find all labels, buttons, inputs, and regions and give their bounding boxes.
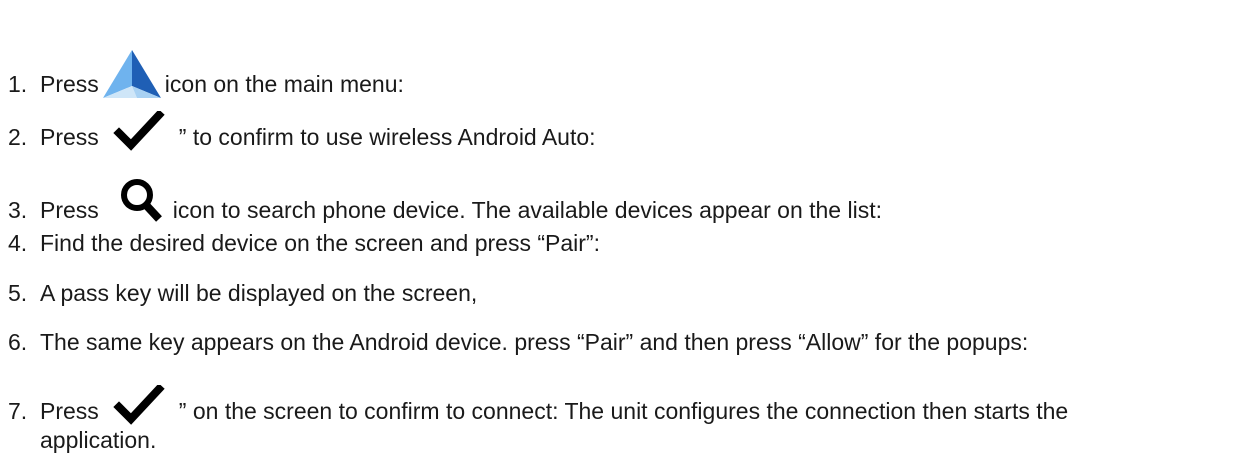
step-3: 3. Press icon to search phone device. The…	[8, 178, 882, 222]
checkmark-icon	[99, 385, 179, 425]
step-text: A pass key will be displayed on the scre…	[40, 280, 478, 306]
step-text-after: icon on the main menu:	[164, 71, 404, 97]
step-text: Find the desired device on the screen an…	[40, 230, 600, 256]
instruction-list: 1. Press icon on the main menu: 2. Press ”…	[0, 0, 1255, 466]
step-number: 1.	[8, 71, 28, 97]
step-text-before: Press	[40, 197, 99, 223]
step-7: 7. Press ” on the screen to confirm to co…	[8, 385, 1069, 425]
step-number: 5.	[8, 280, 28, 306]
step-text-before: Press	[40, 398, 99, 424]
step-number: 3.	[8, 197, 28, 223]
step-text-before: Press	[40, 71, 99, 97]
step-number: 7.	[8, 398, 28, 424]
step-7-continuation: application.	[40, 427, 157, 453]
step-number: 4.	[8, 230, 28, 256]
search-icon	[99, 178, 171, 224]
checkmark-icon	[99, 111, 179, 151]
step-text: The same key appears on the Android devi…	[40, 329, 1029, 355]
step-4: 4. Find the desired device on the screen …	[8, 232, 600, 255]
step-text-before: Press	[40, 124, 99, 150]
step-number: 2.	[8, 124, 28, 150]
step-1: 1. Press icon on the main menu:	[8, 48, 404, 98]
step-5: 5. A pass key will be displayed on the sc…	[8, 282, 477, 305]
step-2: 2. Press ” to confirm to use wireless And…	[8, 111, 596, 151]
step-text-after: ” on the screen to confirm to connect: T…	[178, 398, 1069, 424]
step-text-after: icon to search phone device. The availab…	[172, 197, 882, 223]
android-auto-icon	[101, 48, 163, 100]
step-number: 6.	[8, 329, 28, 355]
step-6: 6. The same key appears on the Android de…	[8, 331, 1028, 354]
step-text-after: ” to confirm to use wireless Android Aut…	[178, 124, 596, 150]
